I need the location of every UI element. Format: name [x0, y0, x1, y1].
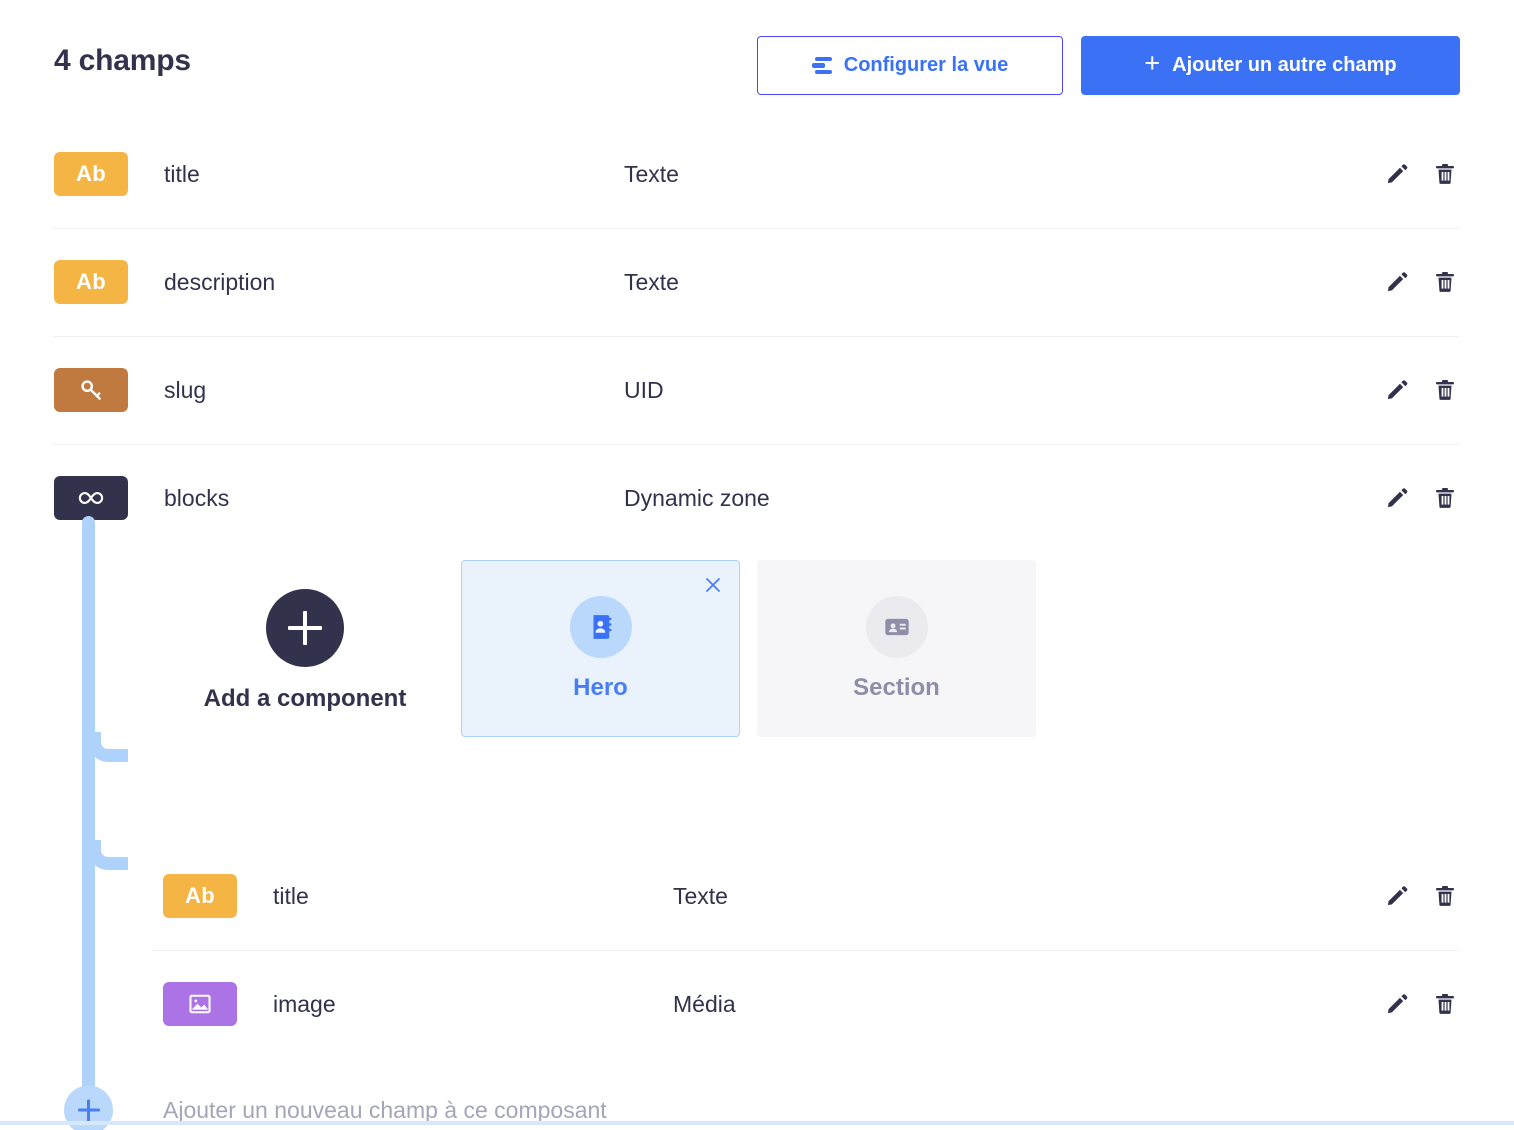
pencil-icon[interactable] — [1384, 269, 1410, 295]
component-card-hero[interactable]: Hero — [461, 560, 740, 737]
pencil-icon[interactable] — [1384, 991, 1410, 1017]
field-name: title — [164, 160, 200, 187]
field-type: Texte — [673, 882, 728, 909]
table-row[interactable]: Ab title Texte — [0, 842, 1514, 950]
add-another-field-button[interactable]: + Ajouter un autre champ — [1081, 36, 1460, 95]
configure-view-label: Configurer la vue — [843, 54, 1009, 76]
configure-view-button[interactable]: Configurer la vue — [757, 36, 1063, 95]
address-book-icon — [569, 595, 632, 658]
header-actions: Configurer la vue + Ajouter un autre cha… — [757, 36, 1460, 95]
component-picker: Add a component Hero Section — [0, 552, 1514, 842]
component-fields-list: Ab title Texte image Média — [0, 842, 1514, 1058]
table-row[interactable]: blocks Dynamic zone — [0, 444, 1514, 552]
row-actions — [1384, 269, 1458, 295]
badge-label: Ab — [76, 269, 106, 294]
field-type: Dynamic zone — [624, 484, 770, 511]
add-component-button[interactable]: Add a component — [204, 589, 406, 713]
row-actions — [1384, 485, 1458, 511]
table-row[interactable]: Ab title Texte — [0, 120, 1514, 228]
bottom-divider — [0, 1121, 1514, 1125]
row-actions — [1384, 377, 1458, 403]
picture-icon — [163, 982, 237, 1026]
close-icon[interactable] — [701, 573, 725, 597]
field-name: image — [273, 990, 336, 1017]
add-component-field-row[interactable]: Ajouter un nouveau champ à ce composant — [0, 1058, 1514, 1130]
pencil-icon[interactable] — [1384, 883, 1410, 909]
text-ab-icon: Ab — [54, 152, 128, 196]
trash-icon[interactable] — [1432, 883, 1458, 909]
text-ab-icon: Ab — [54, 260, 128, 304]
layout-list-icon — [811, 56, 832, 75]
pencil-icon[interactable] — [1384, 161, 1410, 187]
add-another-field-label: Ajouter un autre champ — [1172, 54, 1397, 76]
trash-icon[interactable] — [1432, 161, 1458, 187]
field-name: blocks — [164, 484, 230, 511]
key-icon — [54, 368, 128, 412]
row-actions — [1384, 991, 1458, 1017]
trash-icon[interactable] — [1432, 269, 1458, 295]
field-type: Média — [673, 990, 736, 1017]
badge-label: Ab — [185, 883, 215, 908]
page-header: 4 champs Configurer la vue + Ajouter un … — [0, 0, 1514, 120]
fields-list: Ab title Texte Ab description Texte slug… — [0, 120, 1514, 1130]
field-type: UID — [624, 376, 664, 403]
id-card-icon — [865, 595, 928, 658]
field-type: Texte — [624, 160, 679, 187]
pencil-icon[interactable] — [1384, 377, 1410, 403]
text-ab-icon: Ab — [163, 874, 237, 918]
plus-icon: + — [1144, 48, 1161, 78]
field-name: slug — [164, 376, 207, 403]
component-card-section[interactable]: Section — [757, 560, 1036, 737]
infinity-icon — [54, 476, 128, 520]
field-name: description — [164, 268, 276, 295]
plus-circle-icon — [266, 589, 344, 667]
dynamic-zone-contents: Add a component Hero Section Ab title Te… — [0, 516, 1514, 1130]
component-label: Hero — [573, 673, 628, 701]
row-actions — [1384, 161, 1458, 187]
add-component-field-label: Ajouter un nouveau champ à ce composant — [163, 1096, 607, 1123]
badge-label: Ab — [76, 161, 106, 186]
row-actions — [1384, 883, 1458, 909]
table-row[interactable]: image Média — [0, 950, 1514, 1058]
trash-icon[interactable] — [1432, 377, 1458, 403]
component-label: Section — [853, 673, 940, 701]
table-row[interactable]: slug UID — [0, 336, 1514, 444]
add-component-label: Add a component — [203, 685, 407, 712]
field-type: Texte — [624, 268, 679, 295]
page-title: 4 champs — [54, 44, 191, 77]
content-type-builder-page: 4 champs Configurer la vue + Ajouter un … — [0, 0, 1514, 1130]
trash-icon[interactable] — [1432, 485, 1458, 511]
table-row[interactable]: Ab description Texte — [0, 228, 1514, 336]
pencil-icon[interactable] — [1384, 485, 1410, 511]
trash-icon[interactable] — [1432, 991, 1458, 1017]
field-name: title — [273, 882, 309, 909]
